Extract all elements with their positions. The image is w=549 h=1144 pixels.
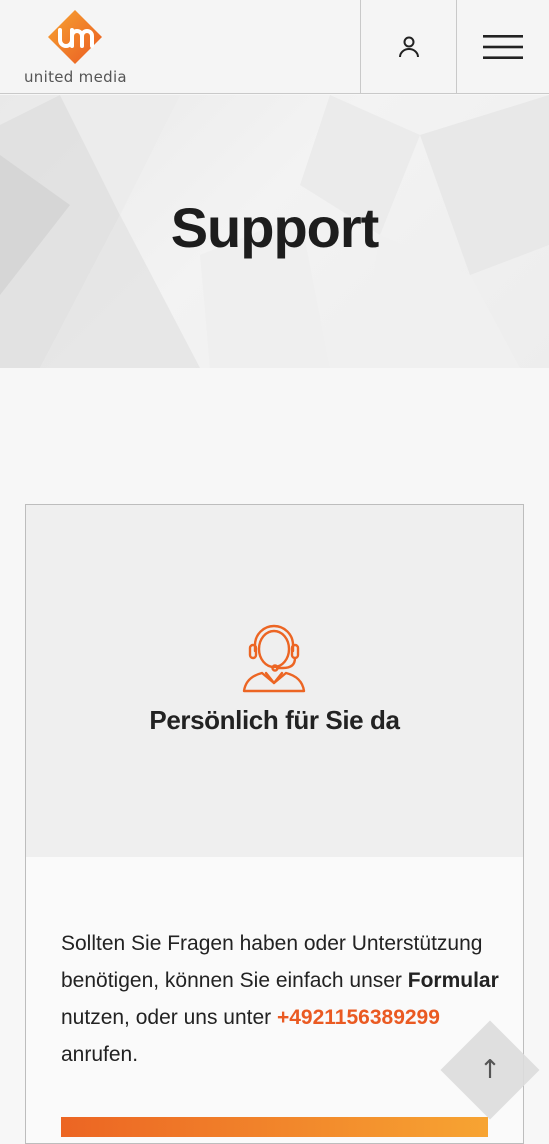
hero-banner: Support [0,95,549,368]
form-link[interactable]: Formular [408,969,499,992]
menu-button[interactable] [456,0,549,94]
site-header: united media [0,0,549,94]
page-title: Support [170,196,380,259]
card-text-part2: nutzen, oder uns unter [61,1006,277,1029]
card-title: Persönlich für Sie da [149,705,400,735]
card-header-area: Persönlich für Sie da [26,505,523,857]
logo-text: united media [24,68,127,86]
card-cta-bar[interactable] [61,1117,488,1137]
account-button[interactable] [360,0,456,94]
phone-link[interactable]: +4921156389299 [277,1006,440,1029]
card-text-part3: anrufen. [61,1043,139,1066]
united-media-logo-icon [48,10,102,64]
user-icon [398,36,419,58]
support-card: Persönlich für Sie da Sollten Sie Fragen… [25,504,524,1144]
hamburger-menu-icon [483,35,523,59]
logo[interactable]: united media [20,8,130,88]
card-description: Sollten Sie Fragen haben oder Unterstütz… [61,925,501,1073]
headset-support-agent-icon [242,624,306,693]
